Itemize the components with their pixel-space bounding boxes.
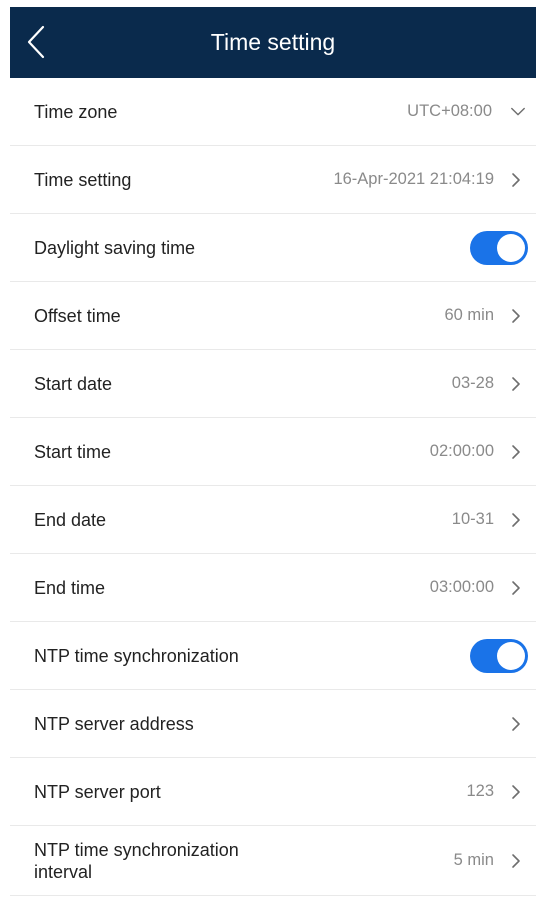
row-label: End date [34, 509, 107, 530]
row-value: UTC+08:00 [407, 102, 492, 120]
row-daylight-saving-time: Daylight saving time [10, 214, 536, 282]
row-value: 16-Apr-2021 21:04:19 [333, 170, 494, 188]
chevron-down-icon [510, 104, 526, 120]
ntp-sync-toggle[interactable] [470, 638, 528, 673]
chevron-right-icon [508, 172, 524, 188]
page-title: Time setting [210, 29, 336, 55]
row-label: Daylight saving time [34, 237, 196, 258]
row-ntp-sync-interval[interactable]: NTP time synchronization interval 5 min [10, 826, 536, 896]
row-end-time[interactable]: End time 03:00:00 [10, 554, 536, 622]
chevron-right-icon [508, 376, 524, 392]
row-ntp-server-port[interactable]: NTP server port 123 [10, 758, 536, 826]
dst-toggle[interactable] [470, 230, 528, 265]
row-value: 123 [466, 782, 494, 800]
row-ntp-time-synchronization: NTP time synchronization [10, 622, 536, 690]
chevron-right-icon [508, 444, 524, 460]
row-start-time[interactable]: Start time 02:00:00 [10, 418, 536, 486]
row-value: 10-31 [451, 510, 494, 528]
app-header: Time setting [10, 7, 536, 78]
row-value: 03:00:00 [429, 578, 494, 596]
row-label: NTP server port [34, 781, 161, 802]
row-label: NTP time synchronization interval [34, 839, 239, 882]
row-offset-time[interactable]: Offset time 60 min [10, 282, 536, 350]
chevron-right-icon [508, 784, 524, 800]
row-label: Time zone [34, 101, 118, 122]
chevron-right-icon [508, 580, 524, 596]
row-label: Offset time [34, 305, 121, 326]
row-time-zone[interactable]: Time zone UTC+08:00 [10, 78, 536, 146]
toggle-knob [497, 641, 525, 670]
row-ntp-server-address[interactable]: NTP server address [10, 690, 536, 758]
chevron-right-icon [508, 853, 524, 869]
row-label: Start date [34, 373, 113, 394]
row-end-date[interactable]: End date 10-31 [10, 486, 536, 554]
toggle-knob [497, 233, 525, 262]
row-start-date[interactable]: Start date 03-28 [10, 350, 536, 418]
row-label: End time [34, 577, 106, 598]
chevron-right-icon [508, 308, 524, 324]
row-label: Start time [34, 441, 112, 462]
chevron-right-icon [508, 512, 524, 528]
row-label: Time setting [34, 169, 132, 190]
row-time-setting[interactable]: Time setting 16-Apr-2021 21:04:19 [10, 146, 536, 214]
chevron-right-icon [508, 716, 524, 732]
row-label: NTP time synchronization [34, 645, 239, 666]
settings-list: Time zone UTC+08:00 Time setting 16-Apr-… [10, 78, 536, 896]
row-label: NTP server address [34, 713, 194, 734]
row-value: 5 min [453, 851, 494, 869]
row-value: 03-28 [451, 374, 494, 392]
row-value: 02:00:00 [429, 442, 494, 460]
row-value: 60 min [444, 306, 494, 324]
